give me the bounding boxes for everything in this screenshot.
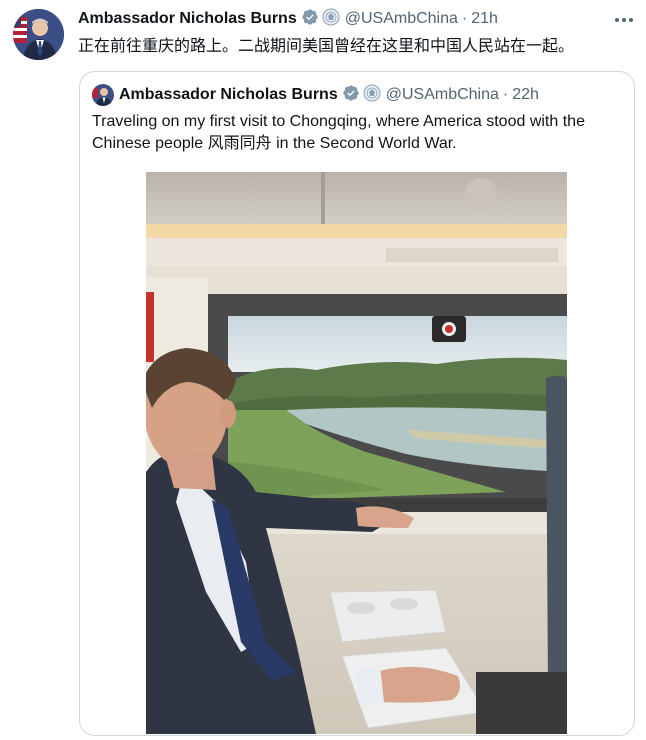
author-avatar[interactable] xyxy=(13,9,64,60)
quoted-author-name[interactable]: Ambassador Nicholas Burns xyxy=(119,86,338,104)
quoted-author-handle[interactable]: @USAmbChina xyxy=(386,86,499,104)
quoted-author-avatar[interactable] xyxy=(92,84,114,106)
author-name[interactable]: Ambassador Nicholas Burns xyxy=(78,10,297,28)
verified-badge-icon xyxy=(301,8,319,31)
quoted-tweet-header: Ambassador Nicholas Burns @USAmbChina · … xyxy=(119,84,539,107)
tweet-text: 正在前往重庆的路上。二战期间美国曾经在这里和中国人民站在一起。 xyxy=(78,38,575,55)
author-handle[interactable]: @USAmbChina xyxy=(345,10,458,28)
more-icon[interactable] xyxy=(612,10,636,30)
avatar-photo xyxy=(13,9,64,60)
train-window-photo xyxy=(146,172,567,734)
quoted-government-seal-icon xyxy=(363,84,381,107)
government-seal-icon xyxy=(322,8,340,31)
tweet-header: Ambassador Nicholas Burns @USAmbChina · … xyxy=(78,8,498,31)
quoted-tweet-timestamp[interactable]: 22h xyxy=(512,86,539,104)
tweet-timestamp[interactable]: 21h xyxy=(471,10,498,28)
tweet-photo[interactable] xyxy=(146,172,567,734)
quoted-tweet-text: Traveling on my first visit to Chongqing… xyxy=(92,113,585,152)
separator-dot: · xyxy=(461,10,468,27)
quoted-avatar-photo xyxy=(92,84,114,106)
quoted-separator-dot: · xyxy=(502,86,509,103)
quoted-verified-badge-icon xyxy=(342,84,360,107)
